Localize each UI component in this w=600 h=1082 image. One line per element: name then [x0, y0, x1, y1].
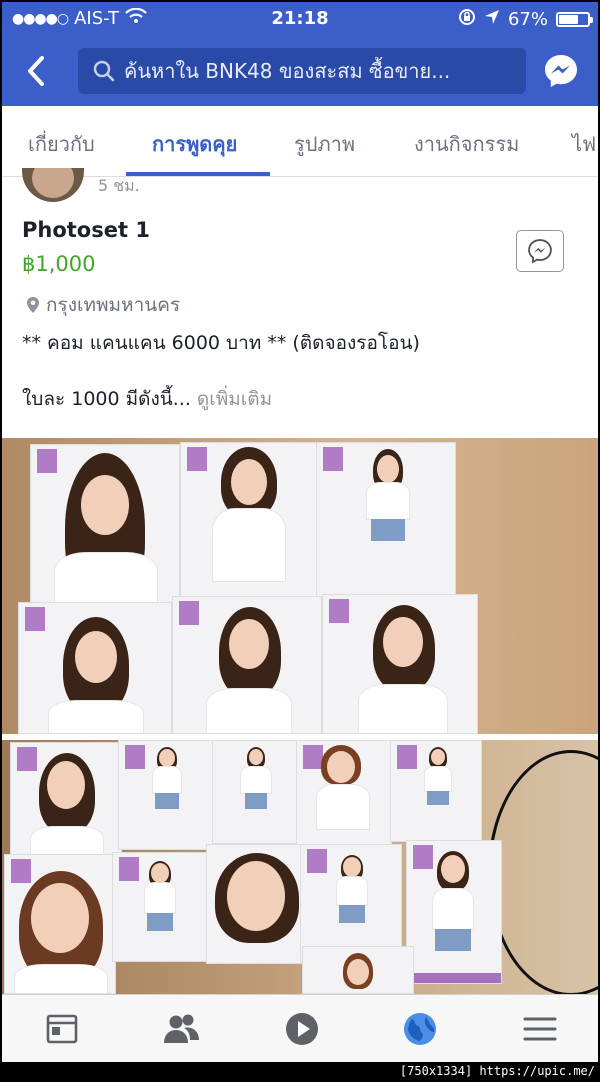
video-play-icon	[286, 1013, 318, 1045]
item-description-line1: ** คอม แคนแคน 6000 บาท ** (ติดจองรอโอน)	[22, 332, 420, 354]
navigation-bar: ค้นหาใน BNK48 ของสะสม ซื้อขาย...	[2, 36, 598, 106]
photo-card	[10, 742, 122, 860]
menu-icon	[523, 1017, 557, 1041]
group-tabs: เกี่ยวกับ การพูดคุย รูปภาพ งานกิจกรรม ไฟ	[2, 106, 598, 177]
photo-card	[300, 844, 402, 962]
photo-card	[390, 740, 482, 842]
photo-card	[180, 442, 318, 604]
menu-tab[interactable]	[522, 1011, 558, 1047]
friends-icon	[164, 1014, 199, 1043]
photo-card	[18, 602, 172, 734]
active-tab-indicator	[126, 172, 270, 176]
search-placeholder: ค้นหาใน BNK48 ของสะสม ซื้อขาย...	[124, 59, 451, 83]
chevron-left-icon	[28, 56, 44, 86]
status-bar: ●●●●○ AIS-T 21:18 67%	[2, 2, 598, 36]
battery-icon	[556, 12, 593, 27]
photo-card	[30, 444, 180, 604]
messenger-button[interactable]	[542, 52, 580, 90]
location-arrow-icon	[484, 9, 500, 30]
group-search-input[interactable]: ค้นหาใน BNK48 ของสะสม ซื้อขาย...	[78, 48, 526, 94]
video-tab[interactable]	[284, 1011, 320, 1047]
tab-events[interactable]: งานกิจกรรม	[414, 128, 519, 160]
app-screen: ●●●●○ AIS-T 21:18 67% ค้นหาใน BNK48 ของส…	[2, 2, 598, 1062]
photo-card	[206, 844, 302, 964]
post-timestamp[interactable]: 5 ชม.	[98, 174, 140, 199]
see-more-link[interactable]: ดูเพิ่มเติม	[197, 388, 272, 410]
avatar[interactable]	[22, 168, 84, 202]
photo-card	[112, 852, 208, 962]
photo-card	[212, 740, 298, 844]
cable	[488, 750, 598, 994]
bottom-tab-bar	[2, 994, 598, 1062]
photo-card	[172, 596, 322, 734]
post-photo-1[interactable]	[2, 438, 598, 734]
photo-card	[302, 946, 414, 994]
notifications-tab[interactable]	[402, 1011, 438, 1047]
item-description-line2: ใบละ 1000 มีดังนี้... ดูเพิ่มเติม	[22, 384, 272, 414]
watermark: [750x1334] https://upic.me/	[396, 1062, 598, 1080]
tab-files[interactable]: ไฟ	[572, 128, 596, 160]
photo-card	[322, 594, 478, 734]
item-location: กรุงเทพมหานคร	[26, 290, 180, 320]
photo-card	[4, 854, 116, 994]
location-text: กรุงเทพมหานคร	[46, 294, 181, 316]
search-icon	[93, 60, 115, 82]
messenger-icon	[528, 239, 552, 264]
news-feed-icon	[46, 1014, 78, 1044]
back-button[interactable]	[22, 54, 52, 88]
photo-card	[296, 740, 392, 848]
messenger-icon	[545, 55, 577, 87]
description-text: ใบละ 1000 มีดังนี้...	[22, 388, 191, 410]
message-seller-button[interactable]	[516, 230, 564, 272]
news-feed-tab[interactable]	[44, 1011, 80, 1047]
photo-card	[118, 740, 214, 850]
friends-tab[interactable]	[162, 1011, 199, 1047]
globe-icon	[404, 1013, 436, 1045]
photo-card	[406, 840, 502, 984]
item-title: Photoset 1	[22, 218, 150, 242]
tab-about[interactable]: เกี่ยวกับ	[28, 128, 95, 160]
battery-percent: 67%	[507, 9, 548, 30]
tab-discussion[interactable]: การพูดคุย	[152, 128, 237, 160]
rotation-lock-icon	[458, 8, 476, 31]
tab-photos[interactable]: รูปภาพ	[294, 128, 355, 160]
location-pin-icon	[27, 297, 39, 313]
item-price: ฿1,000	[22, 252, 96, 276]
post-photo-2[interactable]	[2, 740, 598, 994]
photo-card	[316, 442, 456, 602]
